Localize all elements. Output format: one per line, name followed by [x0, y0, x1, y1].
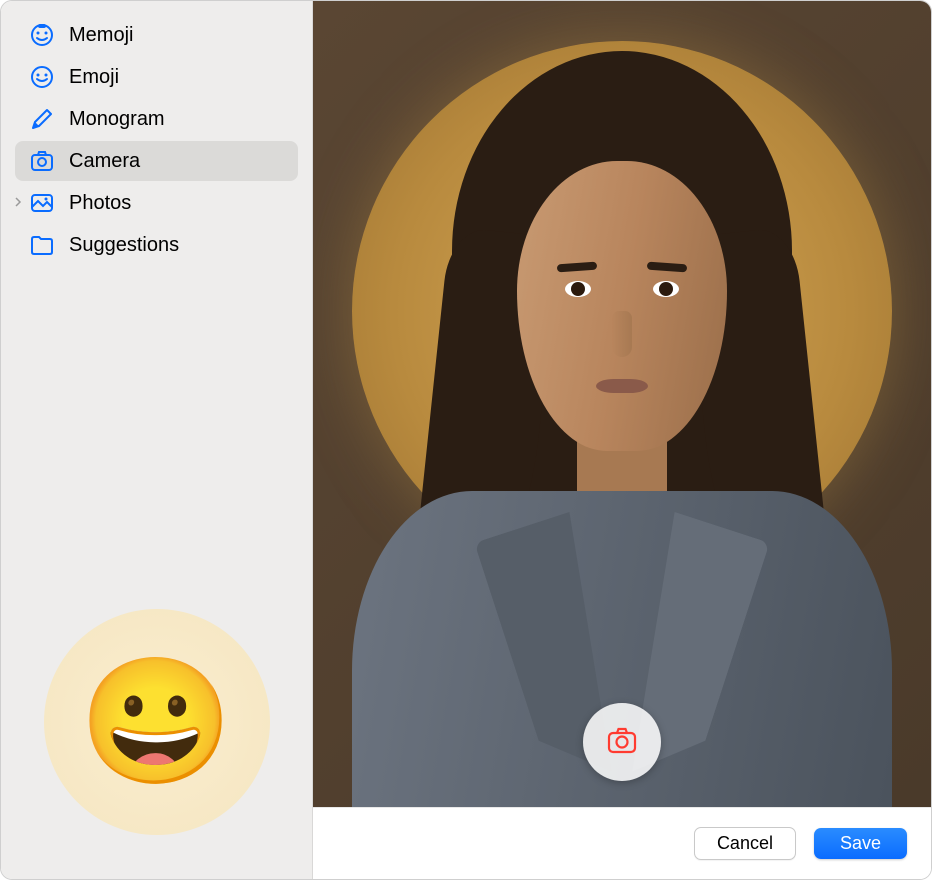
- sidebar-item-label: Memoji: [69, 24, 133, 47]
- current-avatar-preview[interactable]: 😀: [44, 609, 270, 835]
- sidebar-item-monogram[interactable]: Monogram: [15, 99, 298, 139]
- chevron-right-icon[interactable]: [13, 196, 23, 210]
- avatar-emoji: 😀: [79, 650, 233, 795]
- save-button[interactable]: Save: [814, 828, 907, 859]
- camera-icon: [29, 148, 55, 174]
- cancel-button[interactable]: Cancel: [694, 827, 796, 860]
- sidebar-item-photos[interactable]: Photos: [15, 183, 298, 223]
- sidebar-item-label: Camera: [69, 150, 140, 173]
- photos-icon: [29, 190, 55, 216]
- sidebar-item-label: Suggestions: [69, 234, 179, 257]
- sidebar-item-label: Emoji: [69, 66, 119, 89]
- pencil-icon: [29, 106, 55, 132]
- sidebar-item-label: Photos: [69, 192, 131, 215]
- memoji-face-icon: [29, 22, 55, 48]
- sidebar: Memoji Emoji: [1, 1, 313, 879]
- camera-shutter-icon: [605, 723, 639, 762]
- sidebar-list: Memoji Emoji: [15, 15, 298, 265]
- folder-icon: [29, 232, 55, 258]
- emoji-smile-icon: [29, 64, 55, 90]
- avatar-picker-window: Memoji Emoji: [0, 0, 932, 880]
- camera-live-image: [382, 51, 862, 807]
- main-panel: Cancel Save: [313, 1, 931, 879]
- bottom-bar: Cancel Save: [313, 807, 931, 879]
- sidebar-item-memoji[interactable]: Memoji: [15, 15, 298, 55]
- capture-photo-button[interactable]: [583, 703, 661, 781]
- sidebar-item-label: Monogram: [69, 108, 165, 131]
- sidebar-item-emoji[interactable]: Emoji: [15, 57, 298, 97]
- camera-preview: [313, 1, 931, 807]
- sidebar-item-camera[interactable]: Camera: [15, 141, 298, 181]
- sidebar-item-suggestions[interactable]: Suggestions: [15, 225, 298, 265]
